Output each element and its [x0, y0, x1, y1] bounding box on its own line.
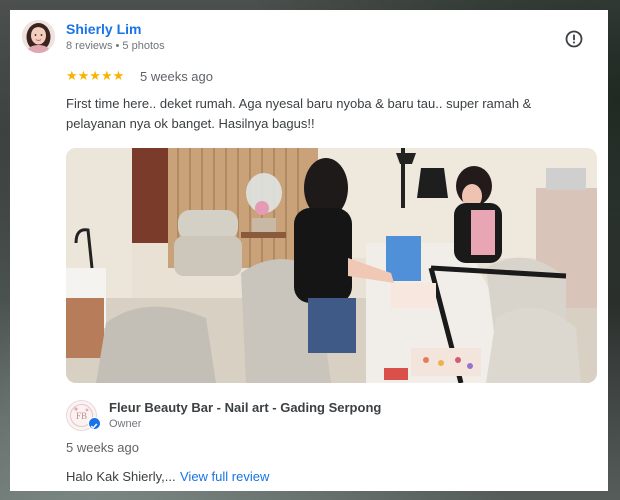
- alert-circle-icon: [565, 30, 583, 48]
- verified-badge: [88, 417, 101, 430]
- svg-text:FB: FB: [76, 411, 87, 421]
- check-badge-icon: [90, 423, 98, 430]
- reviewer-avatar[interactable]: [22, 20, 55, 53]
- star-rating: ★★★★★: [66, 68, 125, 83]
- reviewer-name[interactable]: Shierly Lim: [66, 21, 141, 37]
- owner-name[interactable]: Fleur Beauty Bar - Nail art - Gading Ser…: [109, 400, 381, 415]
- review-photo[interactable]: [66, 148, 597, 383]
- review-card: Shierly Lim 8 reviews • 5 photos ★★★★★ 5…: [10, 10, 608, 491]
- owner-role: Owner: [109, 418, 142, 430]
- view-full-review-link[interactable]: View full review: [180, 469, 269, 484]
- review-text: First time here.. deket rumah. Aga nyesa…: [66, 96, 532, 131]
- owner-response-text: Halo Kak Shierly,...: [66, 469, 176, 484]
- report-button[interactable]: [564, 29, 584, 49]
- response-date: 5 weeks ago: [66, 440, 139, 455]
- review-date: 5 weeks ago: [140, 69, 213, 84]
- salon-photo: [66, 148, 597, 383]
- reviewer-meta: 8 reviews • 5 photos: [66, 40, 165, 52]
- avatar-image: [22, 20, 55, 53]
